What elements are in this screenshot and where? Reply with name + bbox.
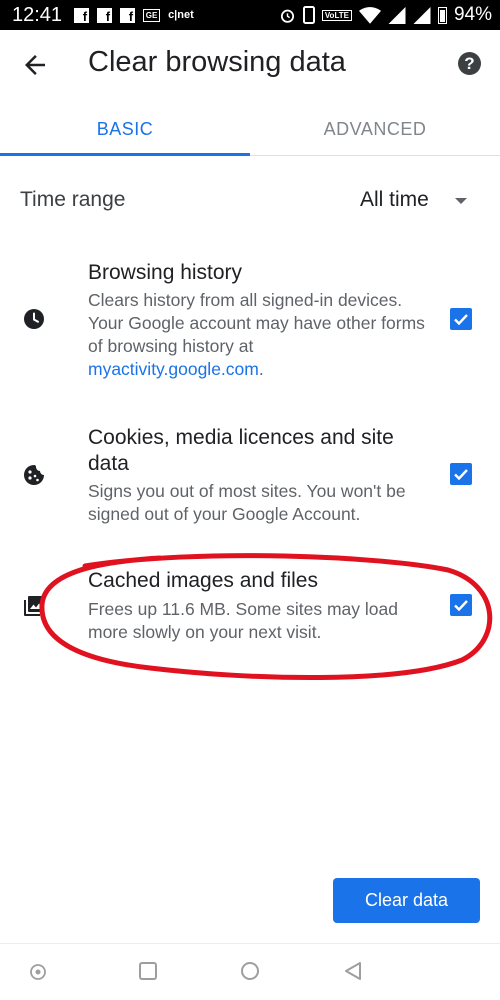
item-description: Frees up 11.6 MB. Some sites may load mo… xyxy=(88,599,398,642)
back-nav-icon[interactable] xyxy=(343,961,363,981)
system-status-icons: VoLTE 94% xyxy=(279,0,492,30)
time-range-row[interactable]: Time range All time xyxy=(0,182,500,222)
facebook-icon: f xyxy=(120,7,136,23)
battery-icon xyxy=(437,6,447,24)
tab-basic[interactable]: BASIC xyxy=(0,102,250,156)
recents-icon[interactable] xyxy=(138,961,158,981)
cnet-icon: c|net xyxy=(168,9,194,21)
navigation-bar xyxy=(0,943,500,1000)
cookies-option[interactable]: Cookies, media licences and site data Si… xyxy=(0,423,500,533)
item-description: Signs you out of most sites. You won't b… xyxy=(88,481,406,524)
image-icon xyxy=(22,594,46,618)
arrow-back-icon[interactable] xyxy=(20,50,50,80)
signal-icon xyxy=(413,6,431,24)
tab-indicator xyxy=(0,153,250,156)
wifi-icon xyxy=(358,6,381,24)
item-description: Clears history from all signed-in device… xyxy=(88,289,428,381)
page-title: Clear browsing data xyxy=(88,46,346,78)
ge-icon: GE xyxy=(143,8,161,22)
browsing-history-checkbox[interactable] xyxy=(450,308,472,330)
cookie-icon xyxy=(22,463,46,487)
cached-images-option[interactable]: Cached images and files Frees up 11.6 MB… xyxy=(0,567,500,647)
myactivity-link[interactable]: myactivity.google.com xyxy=(88,359,259,379)
alarm-icon xyxy=(280,9,294,23)
signal-icon xyxy=(388,6,406,24)
assistant-icon[interactable] xyxy=(29,963,47,981)
description-end: . xyxy=(258,359,264,379)
time-range-dropdown[interactable]: All time xyxy=(360,188,429,212)
notification-icons: f f f GE c|net xyxy=(74,7,194,23)
status-time: 12:41 xyxy=(12,3,63,26)
cached-images-checkbox[interactable] xyxy=(450,594,472,616)
facebook-icon: f xyxy=(97,7,113,23)
item-title: Browsing history xyxy=(88,261,243,284)
status-bar: 12:41 f f f GE c|net VoLTE 94% xyxy=(0,0,500,30)
dropdown-arrow-icon[interactable] xyxy=(455,198,467,204)
clock-icon xyxy=(22,307,46,331)
cookies-checkbox[interactable] xyxy=(450,463,472,485)
phone-vibrate-icon xyxy=(302,6,315,24)
item-title: Cached images and files xyxy=(88,569,318,592)
battery-percent: 94% xyxy=(453,4,492,25)
tab-bar: BASIC ADVANCED xyxy=(0,102,500,156)
browsing-history-option[interactable]: Browsing history Clears history from all… xyxy=(0,258,500,388)
help-icon[interactable]: ? xyxy=(458,52,481,75)
home-icon[interactable] xyxy=(240,961,260,981)
item-title: Cookies, media licences and site data xyxy=(88,426,394,475)
facebook-icon: f xyxy=(74,7,90,23)
tab-advanced[interactable]: ADVANCED xyxy=(250,102,500,156)
description-text: Clears history from all signed-in device… xyxy=(88,290,425,356)
app-bar: Clear browsing data ? xyxy=(0,30,500,102)
volte-icon: VoLTE xyxy=(321,9,352,21)
clear-data-button[interactable]: Clear data xyxy=(333,878,480,923)
time-range-label: Time range xyxy=(20,188,126,211)
